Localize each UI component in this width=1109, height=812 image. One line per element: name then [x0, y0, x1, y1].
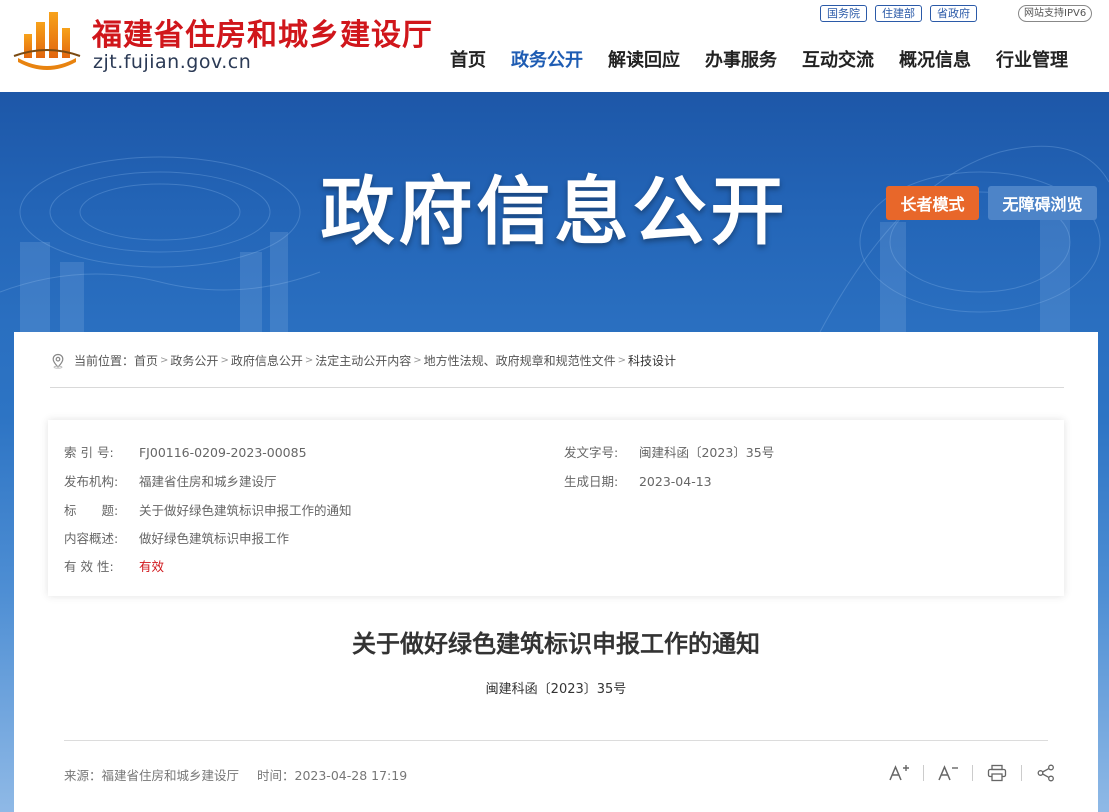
print-icon[interactable] — [984, 762, 1010, 784]
meta-title-label: 标 题: — [64, 503, 119, 518]
breadcrumb-gov-info[interactable]: 政府信息公开 — [231, 352, 303, 369]
breadcrumb: 当前位置： 首页 > 政务公开 > 政府信息公开 > 法定主动公开内容 > 地方… — [50, 352, 676, 369]
nav-interpretation[interactable]: 解读回应 — [608, 46, 680, 72]
font-increase-icon[interactable] — [886, 762, 912, 784]
top-link-provincial-gov[interactable]: 省政府 — [930, 5, 977, 22]
document-source: 来源：福建省住房和城乡建设厅 — [64, 768, 240, 783]
ipv6-badge: 网站支持IPV6 — [1018, 5, 1093, 22]
tool-divider — [923, 765, 924, 781]
meta-docno-row: 发文字号: 闽建科函〔2023〕35号 — [564, 442, 774, 461]
nav-gov-affairs[interactable]: 政务公开 — [511, 46, 583, 72]
tool-divider — [972, 765, 973, 781]
meta-validity-label: 有 效 性: — [64, 559, 114, 574]
meta-docno-label: 发文字号: — [564, 445, 619, 460]
site-name[interactable]: 福建省住房和城乡建设厅 — [92, 10, 433, 54]
top-link-state-council[interactable]: 国务院 — [820, 5, 867, 22]
nav-home[interactable]: 首页 — [450, 46, 486, 72]
elder-mode-button[interactable]: 长者模式 — [886, 186, 979, 220]
location-pin-icon — [52, 353, 64, 369]
nav-interaction[interactable]: 互动交流 — [802, 46, 874, 72]
article-tools — [886, 762, 1059, 784]
meta-title-row: 标 题: 关于做好绿色建筑标识申报工作的通知 — [64, 500, 352, 519]
accessible-browse-button[interactable]: 无障碍浏览 — [988, 186, 1097, 220]
main-nav: 首页 政务公开 解读回应 办事服务 互动交流 概况信息 行业管理 — [450, 46, 1068, 72]
meta-date-value: 2023-04-13 — [638, 474, 712, 489]
breadcrumb-separator-icon: > — [220, 355, 229, 366]
meta-index-value: FJ00116-0209-2023-00085 — [138, 445, 307, 460]
nav-overview[interactable]: 概况信息 — [899, 46, 971, 72]
breadcrumb-separator-icon: > — [413, 355, 422, 366]
divider — [50, 387, 1064, 388]
meta-summary-label: 内容概述: — [64, 531, 119, 546]
nav-services[interactable]: 办事服务 — [705, 46, 777, 72]
breadcrumb-separator-icon: > — [304, 355, 314, 366]
meta-summary-row: 内容概述: 做好绿色建筑标识申报工作 — [64, 528, 289, 547]
tool-divider — [1021, 765, 1022, 781]
meta-validity-row: 有 效 性: 有效 — [64, 556, 164, 575]
meta-date-row: 生成日期: 2023-04-13 — [564, 471, 712, 490]
top-link-mohurd[interactable]: 住建部 — [875, 5, 922, 22]
meta-org-row: 发布机构: 福建省住房和城乡建设厅 — [64, 471, 277, 490]
document-source-info: 来源：福建省住房和城乡建设厅 时间：2023-04-28 17:19 — [64, 765, 421, 784]
document-title: 关于做好绿色建筑标识申报工作的通知 — [352, 630, 760, 658]
document-number: 闽建科函〔2023〕35号 — [485, 682, 627, 697]
document-metadata: 索 引 号: FJ00116-0209-2023-00085 发文字号: 闽建科… — [48, 420, 1064, 596]
meta-org-label: 发布机构: — [64, 474, 119, 489]
breadcrumb-gov-affairs[interactable]: 政务公开 — [170, 352, 218, 369]
breadcrumb-regulations[interactable]: 地方性法规、政府规章和规范性文件 — [424, 352, 616, 369]
top-links: 国务院 住建部 省政府 — [820, 5, 977, 22]
government-logo-icon[interactable] — [12, 8, 82, 74]
nav-industry[interactable]: 行业管理 — [996, 46, 1068, 72]
meta-summary-value: 做好绿色建筑标识申报工作 — [138, 531, 289, 546]
font-decrease-icon[interactable] — [935, 762, 961, 784]
breadcrumb-home[interactable]: 首页 — [134, 352, 158, 369]
meta-title-value: 关于做好绿色建筑标识申报工作的通知 — [138, 503, 352, 518]
meta-validity-value: 有效 — [138, 559, 164, 574]
breadcrumb-prefix: 当前位置： — [74, 354, 135, 368]
breadcrumb-statutory[interactable]: 法定主动公开内容 — [315, 352, 411, 369]
document-time: 时间：2023-04-28 17:19 — [257, 768, 408, 783]
site-domain: zjt.fujian.gov.cn — [93, 51, 252, 73]
meta-index-row: 索 引 号: FJ00116-0209-2023-00085 — [64, 442, 307, 461]
divider — [64, 740, 1048, 741]
content-card: 当前位置： 首页 > 政务公开 > 政府信息公开 > 法定主动公开内容 > 地方… — [14, 332, 1098, 812]
breadcrumb-separator-icon: > — [160, 355, 169, 366]
breadcrumb-separator-icon: > — [617, 355, 627, 366]
meta-org-value: 福建省住房和城乡建设厅 — [138, 474, 277, 489]
site-header: 福建省住房和城乡建设厅 zjt.fujian.gov.cn 国务院 住建部 省政… — [0, 0, 1109, 92]
breadcrumb-current[interactable]: 科技设计 — [628, 352, 676, 369]
meta-docno-value: 闽建科函〔2023〕35号 — [638, 445, 775, 460]
meta-date-label: 生成日期: — [564, 474, 619, 489]
meta-index-label: 索 引 号: — [64, 445, 114, 460]
share-icon[interactable] — [1033, 762, 1059, 784]
